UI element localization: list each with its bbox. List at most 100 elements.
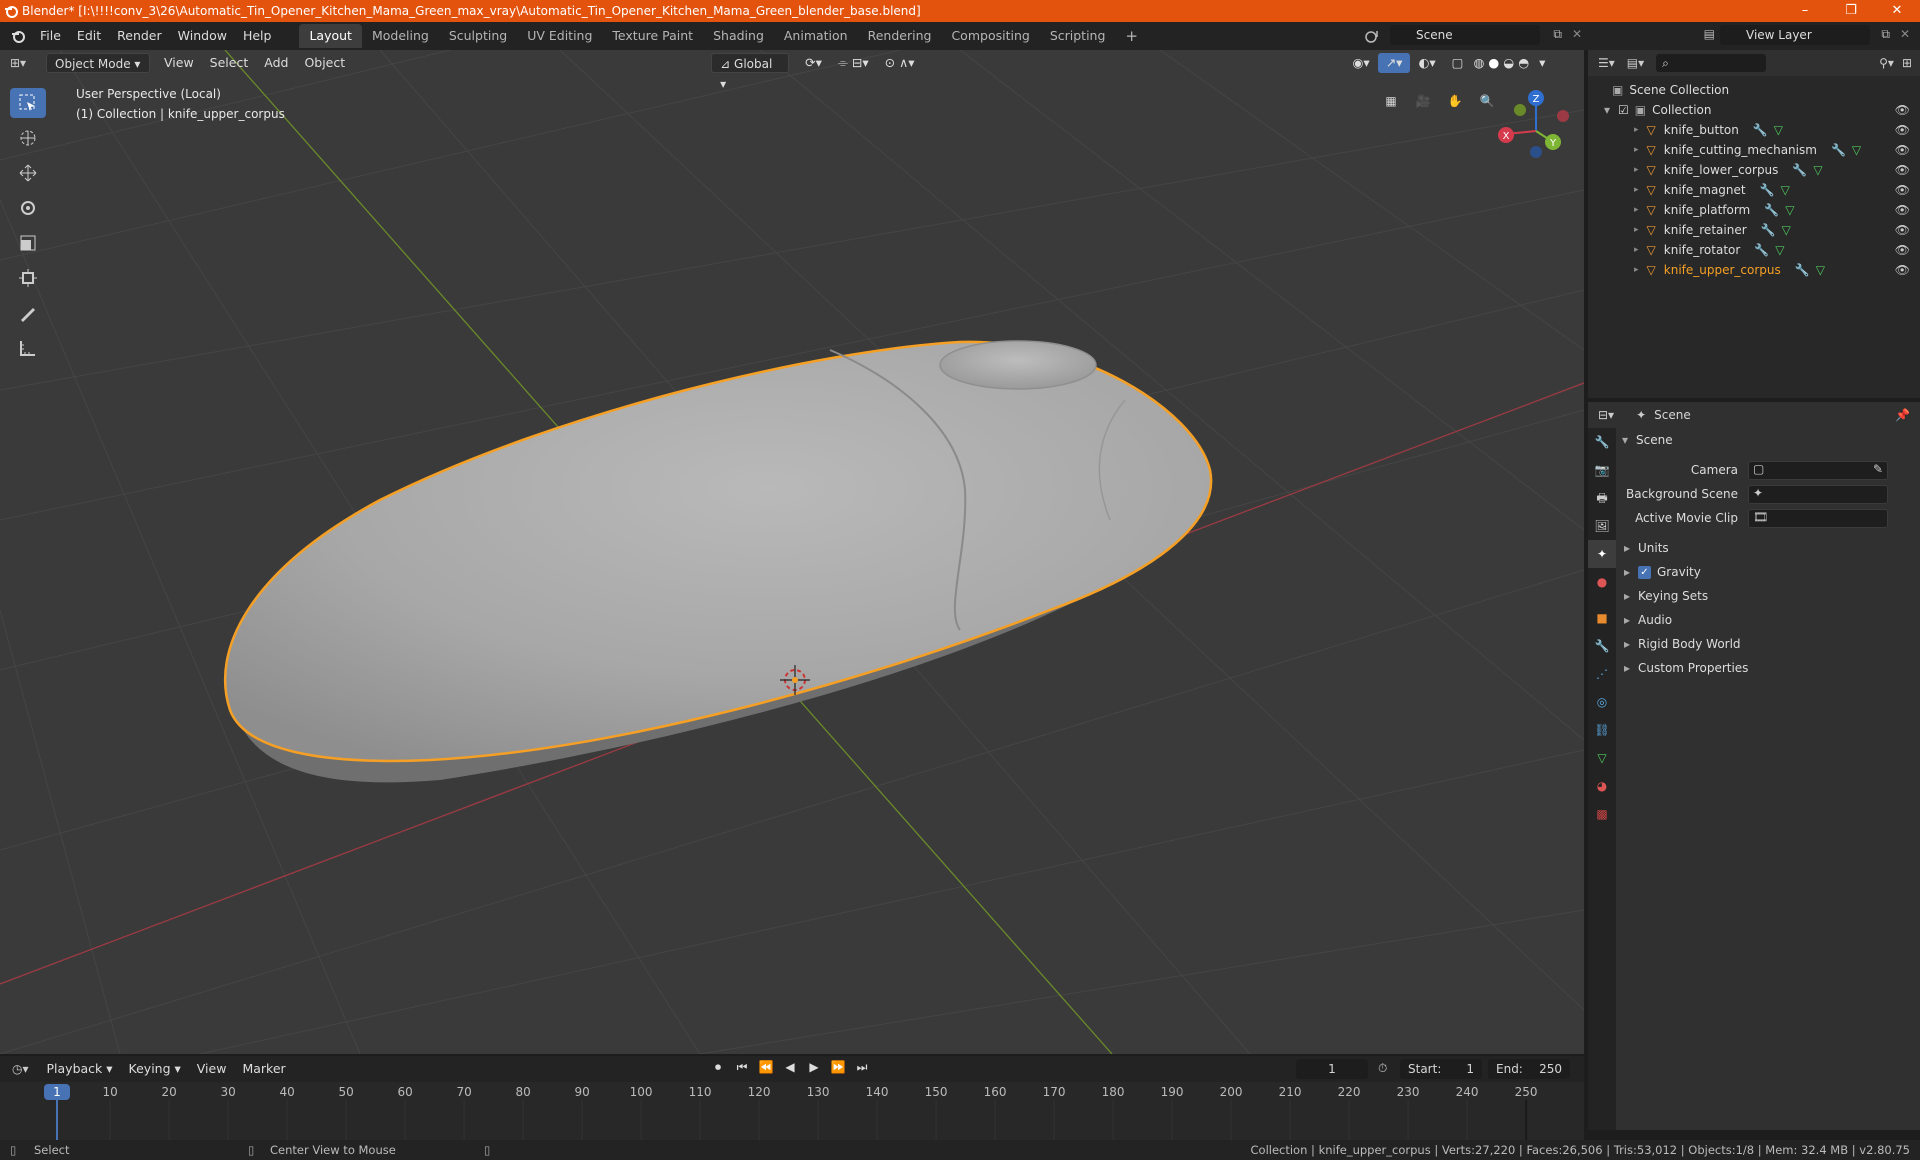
- end-frame-input[interactable]: End: 250: [1488, 1059, 1570, 1079]
- expand-arrow-icon[interactable]: ▸: [1634, 240, 1639, 260]
- timeline-menu-keying[interactable]: Keying ▾: [121, 1059, 189, 1079]
- subpanel-units[interactable]: ▸ Units: [1616, 536, 1920, 560]
- timeline-menu-view[interactable]: View: [189, 1059, 235, 1079]
- scene-copy-icon[interactable]: ⧉: [1553, 27, 1562, 42]
- move-tool-icon[interactable]: [10, 158, 46, 188]
- annotate-tool-icon[interactable]: [10, 298, 46, 328]
- subpanel-audio[interactable]: ▸ Audio: [1616, 608, 1920, 632]
- tab-scene-icon[interactable]: ✦: [1588, 540, 1616, 568]
- scene-selector[interactable]: Scene: [1390, 25, 1540, 45]
- shading-wireframe-icon[interactable]: ◍: [1471, 53, 1486, 73]
- tab-sculpting[interactable]: Sculpting: [439, 24, 517, 48]
- outliner-object-row[interactable]: ▸ ▽ knife_rotator 🔧 ▽ 👁: [1588, 240, 1920, 260]
- gizmo-toggle-icon[interactable]: ↗▾: [1377, 53, 1411, 73]
- 3d-viewport[interactable]: Z X Y ⊞▾ Object Mode ▾ View Select Add O…: [0, 50, 1584, 1054]
- measure-tool-icon[interactable]: [10, 333, 46, 363]
- rotate-tool-icon[interactable]: [10, 193, 46, 223]
- snap-icon[interactable]: ⌯ ⊟▾: [830, 53, 877, 73]
- outliner-object-row[interactable]: ▸ ▽ knife_upper_corpus 🔧 ▽ 👁: [1588, 260, 1920, 280]
- toggle-grid-view-icon[interactable]: ▦: [1378, 88, 1404, 114]
- tab-data-icon[interactable]: ▽: [1588, 744, 1616, 772]
- menu-help[interactable]: Help: [235, 22, 280, 50]
- mode-dropdown[interactable]: Object Mode ▾: [46, 53, 150, 73]
- timeline-menu-marker[interactable]: Marker: [234, 1059, 293, 1079]
- visibility-eye-icon[interactable]: 👁: [1895, 260, 1910, 280]
- exclude-checkbox[interactable]: ☑: [1618, 100, 1629, 120]
- camera-input[interactable]: ▢ ✎: [1748, 460, 1888, 480]
- jump-start-icon[interactable]: ⏮: [732, 1060, 752, 1075]
- expand-arrow-icon[interactable]: ▸: [1634, 140, 1639, 160]
- transform-tool-icon[interactable]: [10, 263, 46, 293]
- expand-arrow-icon[interactable]: ▸: [1634, 180, 1639, 200]
- outliner-editor-type-icon[interactable]: ☰▾: [1598, 56, 1615, 70]
- tab-world-icon[interactable]: ●: [1588, 568, 1616, 596]
- visibility-eye-icon[interactable]: 👁: [1895, 100, 1910, 120]
- record-icon[interactable]: ⏺: [708, 1060, 728, 1075]
- visibility-eye-icon[interactable]: 👁: [1895, 160, 1910, 180]
- tab-compositing[interactable]: Compositing: [941, 24, 1039, 48]
- background-scene-input[interactable]: ✦: [1748, 484, 1888, 504]
- prev-keyframe-icon[interactable]: ⏪: [756, 1060, 776, 1075]
- tab-uv-editing[interactable]: UV Editing: [517, 24, 602, 48]
- transform-orientation-dropdown[interactable]: ⊿ Global ▾: [711, 53, 790, 91]
- subpanel-custom-properties[interactable]: ▸ Custom Properties: [1616, 656, 1920, 680]
- expand-arrow-icon[interactable]: ▸: [1634, 220, 1639, 240]
- expand-arrow-icon[interactable]: ▸: [1634, 200, 1639, 220]
- tab-render-icon[interactable]: 📷: [1588, 456, 1616, 484]
- tab-layout[interactable]: Layout: [299, 24, 362, 48]
- gravity-checkbox[interactable]: ✓: [1638, 566, 1651, 579]
- visibility-eye-icon[interactable]: 👁: [1895, 200, 1910, 220]
- collapse-arrow-icon[interactable]: ▾: [1604, 100, 1610, 120]
- view-layer-copy-icon[interactable]: ⧉: [1881, 27, 1890, 42]
- tab-shading[interactable]: Shading: [703, 24, 774, 48]
- expand-arrow-icon[interactable]: ▸: [1634, 120, 1639, 140]
- close-button[interactable]: ✕: [1874, 0, 1920, 22]
- timeline-editor-type-icon[interactable]: ◷▾: [12, 1062, 29, 1076]
- viewport-menu-object[interactable]: Object: [296, 53, 353, 73]
- timeline-ruler[interactable]: 1102030405060708090100110120130140150160…: [0, 1082, 1584, 1140]
- menu-file[interactable]: File: [32, 22, 69, 50]
- tab-rendering[interactable]: Rendering: [858, 24, 942, 48]
- visibility-eye-icon[interactable]: 👁: [1895, 120, 1910, 140]
- next-keyframe-icon[interactable]: ⏩: [828, 1060, 848, 1075]
- tab-output-icon[interactable]: 🖶: [1588, 484, 1616, 512]
- shading-solid-icon[interactable]: ●: [1486, 53, 1501, 73]
- scene-browse-icon[interactable]: [1364, 28, 1382, 44]
- shading-rendered-icon[interactable]: ◓: [1516, 53, 1531, 73]
- scale-tool-icon[interactable]: [10, 228, 46, 258]
- tab-particles-icon[interactable]: ⋰: [1588, 660, 1616, 688]
- navigation-gizmo[interactable]: Z X Y: [1498, 90, 1569, 158]
- camera-view-icon[interactable]: 🎥: [1410, 88, 1436, 114]
- viewport-menu-add[interactable]: Add: [256, 53, 296, 73]
- blender-menu-icon[interactable]: [10, 28, 26, 44]
- expand-arrow-icon[interactable]: ▸: [1634, 260, 1639, 280]
- pan-hand-icon[interactable]: ✋: [1442, 88, 1468, 114]
- outliner-object-row[interactable]: ▸ ▽ knife_retainer 🔧 ▽ 👁: [1588, 220, 1920, 240]
- play-reverse-icon[interactable]: ◀: [780, 1060, 800, 1075]
- xray-toggle-icon[interactable]: ▢: [1444, 53, 1472, 73]
- menu-window[interactable]: Window: [170, 22, 235, 50]
- shading-options-icon[interactable]: ▾: [1531, 53, 1553, 73]
- subpanel-gravity[interactable]: ▸ ✓ Gravity: [1616, 560, 1920, 584]
- start-frame-input[interactable]: Start: 1: [1400, 1059, 1482, 1079]
- tab-modifier-icon[interactable]: 🔧: [1588, 632, 1616, 660]
- shading-material-icon[interactable]: ◒: [1501, 53, 1516, 73]
- cursor-tool-icon[interactable]: [10, 123, 46, 153]
- tab-texture-icon[interactable]: ▩: [1588, 800, 1616, 828]
- eyedropper-icon[interactable]: ✎: [1873, 462, 1887, 476]
- subpanel-rigid-body-world[interactable]: ▸ Rigid Body World: [1616, 632, 1920, 656]
- display-mode-icon[interactable]: ▤▾: [1627, 56, 1644, 70]
- tab-object-icon[interactable]: ■: [1588, 604, 1616, 632]
- timeline-menu-playback[interactable]: Playback ▾: [39, 1059, 121, 1079]
- proportional-edit-icon[interactable]: ⊙ ∧▾: [877, 53, 923, 73]
- active-movie-clip-input[interactable]: 🎞: [1748, 508, 1888, 528]
- viewport-menu-select[interactable]: Select: [202, 53, 257, 73]
- visibility-eye-icon[interactable]: 👁: [1895, 140, 1910, 160]
- zoom-icon[interactable]: 🔍: [1474, 88, 1500, 114]
- menu-render[interactable]: Render: [109, 22, 170, 50]
- outliner-search-input[interactable]: ⌕: [1656, 54, 1767, 72]
- add-workspace-button[interactable]: +: [1115, 24, 1148, 48]
- pivot-point-icon[interactable]: ⟳▾: [797, 53, 830, 73]
- current-frame-input[interactable]: 1: [1296, 1059, 1368, 1079]
- editor-type-icon[interactable]: ⊞▾: [10, 56, 40, 70]
